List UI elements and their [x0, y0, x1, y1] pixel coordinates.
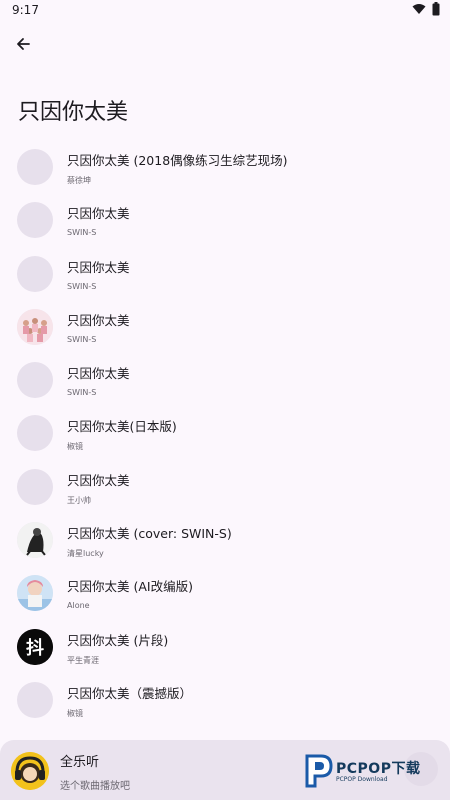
pcpop-logo-icon — [305, 754, 333, 788]
song-list-item[interactable]: 只因你太美 (2018偶像练习生综艺现场) 蔡徐坤 — [0, 142, 450, 195]
song-list: 只因你太美 (2018偶像练习生综艺现场) 蔡徐坤 只因你太美 SWIN-S 只因你太美… — [0, 142, 450, 728]
song-artist: 王小帅 — [67, 495, 91, 505]
song-list-item[interactable]: 只因你太美 (AI改编版) Alone — [0, 568, 450, 621]
song-list-item[interactable]: 抖 只因你太美 (片段) 平生青涯 — [0, 622, 450, 675]
battery-icon — [432, 2, 440, 16]
song-list-item[interactable]: 只因你太美（震撼版） 椒镜 — [0, 675, 450, 728]
back-button[interactable] — [8, 29, 38, 59]
song-artist: SWIN-S — [67, 334, 97, 344]
player-album-art — [11, 752, 49, 790]
song-title: 只因你太美 (片段) — [67, 632, 169, 648]
watermark-text: PCPOP下载 — [336, 761, 421, 777]
song-cover — [17, 522, 53, 559]
song-list-item[interactable]: 只因你太美 SWIN-S — [0, 302, 450, 355]
song-title: 只因你太美 — [67, 312, 130, 328]
song-cover — [17, 468, 53, 505]
song-title: 只因你太美(日本版) — [67, 419, 177, 435]
song-title: 只因你太美 — [67, 259, 130, 275]
song-artist: 平生青涯 — [67, 655, 99, 665]
player-title: 全乐听 — [60, 755, 100, 770]
song-title: 只因你太美（震撼版） — [67, 685, 193, 701]
song-artist: 椒镜 — [67, 442, 83, 452]
song-artist: 清星lucky — [67, 549, 104, 559]
song-title: 只因你太美 — [67, 366, 130, 382]
status-time: 9:17 — [12, 3, 39, 17]
song-artist: Alone — [67, 601, 90, 611]
status-icons — [412, 2, 440, 16]
song-artist: SWIN-S — [67, 388, 97, 398]
song-title: 只因你太美 (2018偶像练习生综艺现场) — [67, 153, 288, 168]
svg-text:抖: 抖 — [26, 637, 44, 659]
status-bar: 9:17 — [0, 0, 450, 22]
song-cover — [17, 362, 53, 399]
watermark-subtext: PCPOP Download — [336, 776, 388, 783]
back-arrow-icon — [17, 38, 30, 50]
song-list-item[interactable]: 只因你太美 王小帅 — [0, 462, 450, 515]
song-title: 只因你太美 (AI改编版) — [67, 579, 193, 595]
page-title: 只因你太美 — [18, 100, 129, 125]
song-list-item[interactable]: 只因你太美 SWIN-S — [0, 355, 450, 408]
song-artist: SWIN-S — [67, 281, 97, 291]
song-artist: SWIN-S — [67, 228, 97, 238]
song-title: 只因你太美 — [67, 472, 130, 488]
song-list-item[interactable]: 只因你太美(日本版) 椒镜 — [0, 408, 450, 461]
song-list-item[interactable]: 只因你太美 SWIN-S — [0, 249, 450, 302]
song-cover — [17, 575, 53, 612]
player-subtitle: 选个歌曲播放吧 — [60, 781, 130, 792]
song-artist: 椒镜 — [67, 708, 83, 718]
song-cover — [17, 202, 53, 239]
song-title: 只因你太美 — [67, 206, 130, 222]
song-cover — [17, 308, 53, 345]
song-title: 只因你太美 (cover: SWIN-S) — [67, 526, 232, 542]
watermark-logo: PCPOP下载 PCPOP Download — [303, 752, 443, 788]
song-list-item[interactable]: 只因你太美 (cover: SWIN-S) 清星lucky — [0, 515, 450, 568]
song-artist: 蔡徐坤 — [67, 176, 91, 185]
song-cover — [17, 681, 53, 718]
song-cover — [17, 255, 53, 292]
song-list-item[interactable]: 只因你太美 SWIN-S — [0, 195, 450, 248]
song-cover — [17, 415, 53, 452]
song-cover — [17, 149, 53, 185]
wifi-icon — [412, 4, 426, 14]
song-cover: 抖 — [17, 628, 53, 665]
